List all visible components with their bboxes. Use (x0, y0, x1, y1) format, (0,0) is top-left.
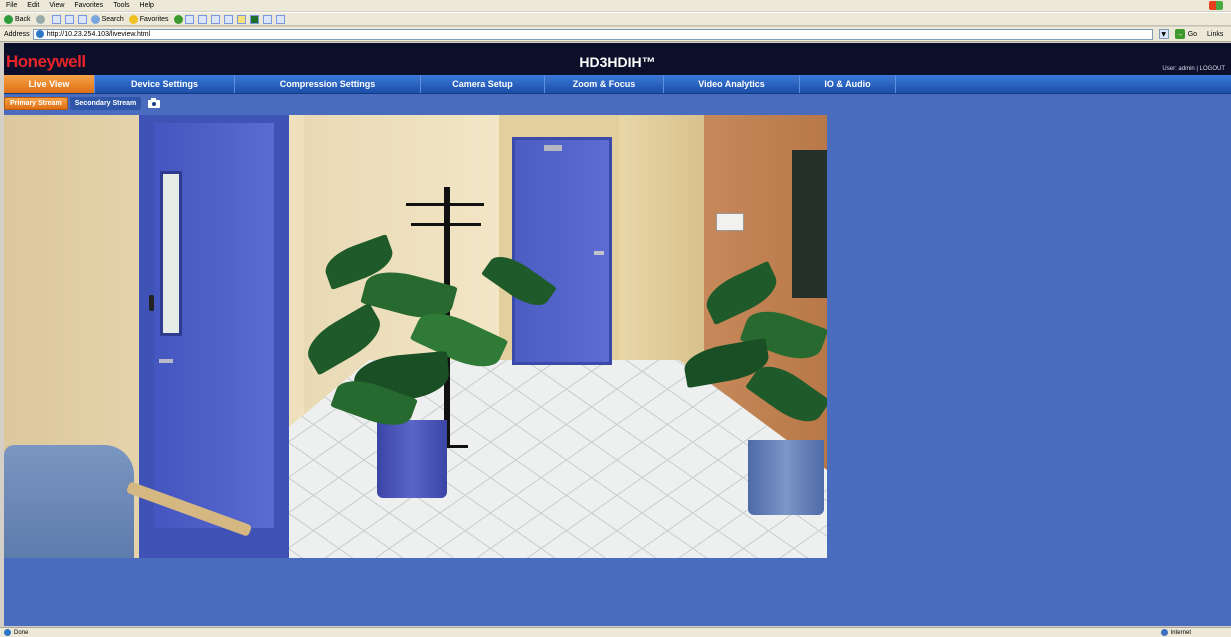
stop-icon[interactable] (51, 14, 61, 24)
forward-arrow-icon (35, 14, 45, 24)
search-icon (90, 14, 100, 24)
page-done-icon (4, 629, 11, 636)
url-text: http://10.23.254.103/liveview.html (46, 30, 151, 38)
research-icon[interactable] (262, 14, 272, 24)
favorites-button[interactable]: Favorites (128, 14, 169, 24)
history-icon[interactable] (184, 14, 194, 24)
tab-io-audio[interactable]: IO & Audio (800, 75, 896, 93)
back-label: Back (15, 15, 31, 23)
menu-view[interactable]: View (49, 2, 64, 9)
tab-video-analytics[interactable]: Video Analytics (664, 75, 800, 93)
messenger-icon[interactable] (249, 14, 259, 24)
main-nav: Live View Device Settings Compression Se… (4, 75, 1231, 94)
links-button[interactable]: Links (1207, 31, 1223, 38)
tab-compression-settings[interactable]: Compression Settings (235, 75, 421, 93)
zone-label: Internet (1170, 629, 1191, 636)
browser-menubar: File Edit View Favorites Tools Help (0, 0, 1231, 11)
page-title: HD3HDIH™ (579, 54, 656, 70)
search-label: Search (101, 15, 124, 23)
menu-edit[interactable]: Edit (27, 2, 39, 9)
go-label: Go (1187, 30, 1198, 38)
address-label: Address (4, 30, 30, 38)
forward-button[interactable] (35, 14, 47, 24)
security-zone: Internet (1160, 629, 1191, 636)
user-logout-link[interactable]: User: admin | LOGOUT (1162, 66, 1225, 72)
go-arrow-icon: → (1174, 29, 1185, 39)
favorites-label: Favorites (139, 15, 169, 23)
tab-live-view[interactable]: Live View (4, 75, 95, 93)
snapshot-camera-icon[interactable] (147, 97, 161, 109)
tab-zoom-focus[interactable]: Zoom & Focus (545, 75, 664, 93)
back-arrow-icon (4, 14, 13, 24)
menu-file[interactable]: File (6, 2, 17, 9)
live-video-feed[interactable] (4, 115, 827, 558)
media-icon[interactable] (173, 14, 183, 24)
home-icon[interactable] (77, 14, 87, 24)
page-header: Honeywell HD3HDIH™ User: admin | LOGOUT (4, 43, 1231, 75)
windows-logo-icon (1209, 1, 1223, 10)
secondary-stream-button[interactable]: Secondary Stream (69, 96, 142, 110)
browser-statusbar: Done Internet (0, 627, 1231, 637)
url-input[interactable]: http://10.23.254.103/liveview.html (32, 28, 1153, 40)
globe-icon (1160, 629, 1168, 636)
print-icon[interactable] (210, 14, 220, 24)
page-icon (35, 30, 44, 38)
chevron-down-icon[interactable]: ▼ (1158, 29, 1169, 39)
mail-icon[interactable] (197, 14, 207, 24)
back-button[interactable]: Back (4, 14, 31, 24)
primary-stream-button[interactable]: Primary Stream (4, 96, 68, 110)
menu-tools[interactable]: Tools (113, 2, 129, 9)
discuss-icon[interactable] (275, 14, 285, 24)
tab-device-settings[interactable]: Device Settings (95, 75, 235, 93)
status-text: Done (14, 629, 29, 636)
stream-selector: Primary Stream Secondary Stream (4, 95, 161, 111)
edit-icon[interactable] (223, 14, 233, 24)
camera-web-page: Honeywell HD3HDIH™ User: admin | LOGOUT … (4, 43, 1231, 626)
address-bar: Address http://10.23.254.103/liveview.ht… (0, 27, 1231, 42)
browser-toolbar: Back Search Favorites (0, 12, 1231, 26)
menu-favorites[interactable]: Favorites (74, 2, 103, 9)
folder-icon[interactable] (236, 14, 246, 24)
go-button[interactable]: → Go (1174, 29, 1198, 39)
search-button[interactable]: Search (90, 14, 124, 24)
star-icon (128, 14, 138, 24)
menu-help[interactable]: Help (140, 2, 154, 9)
tab-camera-setup[interactable]: Camera Setup (421, 75, 545, 93)
refresh-icon[interactable] (64, 14, 74, 24)
